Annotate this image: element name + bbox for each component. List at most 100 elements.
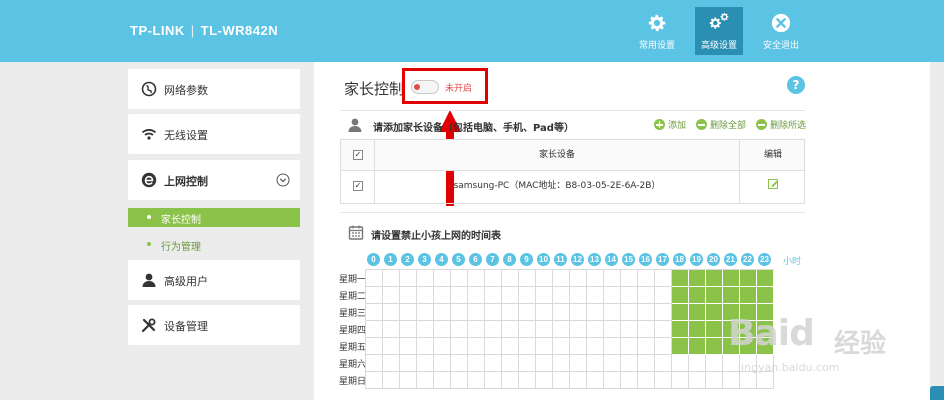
- schedule-cell[interactable]: [451, 304, 468, 321]
- schedule-cell[interactable]: [451, 287, 468, 304]
- schedule-cell[interactable]: [604, 287, 621, 304]
- schedule-cell[interactable]: [519, 321, 536, 338]
- schedule-cell[interactable]: [366, 270, 383, 287]
- schedule-cell[interactable]: [621, 321, 638, 338]
- schedule-cell[interactable]: [570, 372, 587, 389]
- hour-label[interactable]: 15: [622, 253, 635, 266]
- schedule-cell[interactable]: [434, 321, 451, 338]
- schedule-cell[interactable]: [468, 355, 485, 372]
- hour-label[interactable]: 10: [537, 253, 550, 266]
- hour-label[interactable]: 20: [707, 253, 720, 266]
- schedule-cell[interactable]: [638, 321, 655, 338]
- schedule-cell[interactable]: [451, 338, 468, 355]
- schedule-cell[interactable]: [400, 304, 417, 321]
- delete-selected-button[interactable]: 删除所选: [756, 118, 806, 131]
- schedule-cell[interactable]: [502, 355, 519, 372]
- schedule-cell[interactable]: [468, 287, 485, 304]
- schedule-cell[interactable]: [417, 372, 434, 389]
- schedule-cell[interactable]: [366, 287, 383, 304]
- schedule-cell[interactable]: [604, 338, 621, 355]
- sidebar-subitem-parental-control[interactable]: 家长控制: [128, 208, 300, 227]
- schedule-cell-blocked[interactable]: [689, 304, 706, 321]
- schedule-cell[interactable]: [638, 338, 655, 355]
- schedule-cell[interactable]: [553, 304, 570, 321]
- row-checkbox[interactable]: ✓: [353, 181, 363, 191]
- schedule-cell[interactable]: [434, 287, 451, 304]
- schedule-cell[interactable]: [485, 270, 502, 287]
- hour-label[interactable]: 6: [469, 253, 482, 266]
- schedule-cell[interactable]: [502, 287, 519, 304]
- schedule-cell[interactable]: [536, 287, 553, 304]
- schedule-cell[interactable]: [553, 338, 570, 355]
- hour-label[interactable]: 3: [418, 253, 431, 266]
- schedule-cell[interactable]: [604, 270, 621, 287]
- schedule-cell[interactable]: [366, 372, 383, 389]
- schedule-cell[interactable]: [485, 355, 502, 372]
- schedule-cell[interactable]: [366, 304, 383, 321]
- schedule-cell[interactable]: [536, 338, 553, 355]
- nav-common-settings[interactable]: 常用设置: [633, 7, 681, 55]
- hour-label[interactable]: 1: [384, 253, 397, 266]
- nav-logout[interactable]: 安全退出: [757, 7, 805, 55]
- schedule-cell[interactable]: [366, 338, 383, 355]
- sidebar-subitem-behavior-management[interactable]: 行为管理: [128, 235, 300, 254]
- schedule-cell[interactable]: [366, 321, 383, 338]
- schedule-cell[interactable]: [451, 270, 468, 287]
- schedule-cell[interactable]: [400, 355, 417, 372]
- schedule-cell[interactable]: [587, 372, 604, 389]
- schedule-cell[interactable]: [723, 372, 740, 389]
- schedule-cell-blocked[interactable]: [757, 270, 774, 287]
- schedule-cell[interactable]: [740, 372, 757, 389]
- schedule-cell[interactable]: [434, 355, 451, 372]
- schedule-cell-blocked[interactable]: [740, 287, 757, 304]
- hour-label[interactable]: 23: [758, 253, 771, 266]
- schedule-cell[interactable]: [502, 304, 519, 321]
- schedule-cell[interactable]: [519, 270, 536, 287]
- schedule-cell-blocked[interactable]: [672, 321, 689, 338]
- schedule-cell[interactable]: [383, 270, 400, 287]
- schedule-cell[interactable]: [570, 355, 587, 372]
- day-label[interactable]: 星期六: [339, 357, 366, 370]
- schedule-cell[interactable]: [621, 338, 638, 355]
- schedule-cell-blocked[interactable]: [689, 321, 706, 338]
- schedule-cell[interactable]: [536, 304, 553, 321]
- hour-label[interactable]: 19: [690, 253, 703, 266]
- sidebar-item-advanced-user[interactable]: 高级用户: [128, 260, 300, 300]
- schedule-cell[interactable]: [451, 355, 468, 372]
- schedule-cell[interactable]: [485, 338, 502, 355]
- schedule-cell[interactable]: [570, 321, 587, 338]
- schedule-cell[interactable]: [434, 372, 451, 389]
- schedule-cell[interactable]: [383, 321, 400, 338]
- hour-label[interactable]: 14: [605, 253, 618, 266]
- select-all-checkbox[interactable]: ✓: [353, 150, 363, 160]
- schedule-cell-blocked[interactable]: [672, 304, 689, 321]
- day-label[interactable]: 星期一: [339, 272, 366, 285]
- schedule-cell[interactable]: [621, 287, 638, 304]
- schedule-cell[interactable]: [451, 321, 468, 338]
- day-label[interactable]: 星期日: [339, 374, 366, 387]
- schedule-cell[interactable]: [400, 270, 417, 287]
- schedule-cell[interactable]: [485, 321, 502, 338]
- schedule-cell[interactable]: [638, 270, 655, 287]
- schedule-cell[interactable]: [587, 338, 604, 355]
- schedule-cell[interactable]: [689, 372, 706, 389]
- schedule-cell[interactable]: [383, 304, 400, 321]
- schedule-cell-blocked[interactable]: [757, 287, 774, 304]
- hour-label[interactable]: 18: [673, 253, 686, 266]
- schedule-cell[interactable]: [757, 372, 774, 389]
- schedule-cell[interactable]: [417, 270, 434, 287]
- schedule-cell[interactable]: [400, 338, 417, 355]
- hour-label[interactable]: 0: [367, 253, 380, 266]
- day-label[interactable]: 星期五: [339, 340, 366, 353]
- schedule-cell[interactable]: [468, 338, 485, 355]
- schedule-cell[interactable]: [468, 270, 485, 287]
- schedule-cell[interactable]: [638, 355, 655, 372]
- schedule-cell[interactable]: [655, 287, 672, 304]
- schedule-cell[interactable]: [400, 287, 417, 304]
- schedule-cell[interactable]: [451, 372, 468, 389]
- schedule-cell[interactable]: [655, 372, 672, 389]
- schedule-cell[interactable]: [604, 321, 621, 338]
- help-icon[interactable]: ?: [787, 76, 805, 94]
- schedule-cell-blocked[interactable]: [723, 270, 740, 287]
- schedule-cell[interactable]: [655, 304, 672, 321]
